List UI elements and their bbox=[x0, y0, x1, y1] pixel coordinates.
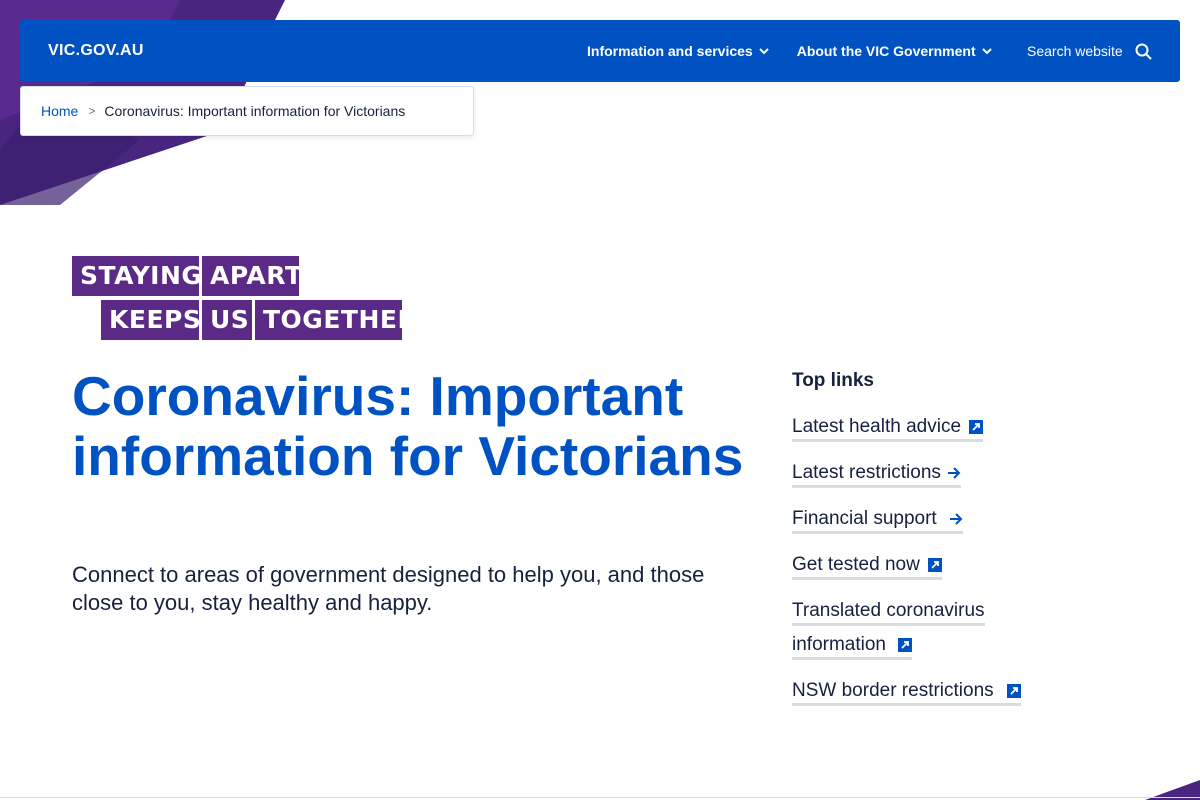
arrow-right-icon bbox=[949, 513, 963, 525]
nav-item-label: Information and services bbox=[587, 43, 753, 59]
logo-word: US bbox=[202, 300, 252, 340]
search-icon bbox=[1135, 43, 1152, 60]
top-link-nsw-border-restrictions[interactable]: NSW border restrictions bbox=[792, 674, 1021, 708]
nav-item-label: About the VIC Government bbox=[796, 43, 976, 59]
top-link-translated-coronavirus-information[interactable]: Translated coronavirus information bbox=[792, 594, 985, 662]
link-label: information bbox=[792, 634, 886, 655]
link-label: Translated coronavirus bbox=[792, 600, 985, 626]
link-label: Latest health advice bbox=[792, 416, 962, 437]
logo-word: APART bbox=[202, 256, 302, 296]
breadcrumb: Home > Coronavirus: Important informatio… bbox=[20, 86, 474, 136]
breadcrumb-home-link[interactable]: Home bbox=[41, 103, 78, 119]
logo-word: TOGETHER bbox=[255, 300, 417, 340]
page-title: Coronavirus: Important information for V… bbox=[72, 365, 744, 487]
page-intro: Connect to areas of government designed … bbox=[72, 562, 705, 615]
top-link-get-tested-now[interactable]: Get tested now bbox=[792, 548, 942, 582]
external-link-icon bbox=[927, 557, 942, 572]
top-link-financial-support[interactable]: Financial support bbox=[792, 502, 963, 536]
search-button[interactable]: Search website bbox=[1027, 20, 1152, 82]
chevron-down-icon bbox=[759, 47, 769, 54]
site-header: VIC.GOV.AU Information and services Abou… bbox=[20, 20, 1180, 82]
top-link-latest-health-advice[interactable]: Latest health advice bbox=[792, 410, 984, 444]
link-label: Financial support bbox=[792, 508, 937, 529]
link-label: NSW border restrictions bbox=[792, 680, 994, 701]
main-nav: Information and services About the VIC G… bbox=[587, 20, 1020, 82]
top-links-heading: Top links bbox=[792, 370, 874, 391]
arrow-right-icon bbox=[947, 467, 961, 479]
search-label: Search website bbox=[1027, 43, 1123, 59]
breadcrumb-separator: > bbox=[88, 104, 96, 118]
logo-word: STAYING bbox=[72, 256, 202, 296]
external-link-icon bbox=[898, 637, 912, 652]
link-label: Get tested now bbox=[792, 554, 920, 575]
link-label: Latest restrictions bbox=[792, 462, 941, 483]
chevron-down-icon bbox=[981, 47, 992, 54]
site-logo[interactable]: VIC.GOV.AU bbox=[48, 42, 144, 60]
nav-about-vic-government[interactable]: About the VIC Government bbox=[797, 43, 992, 59]
breadcrumb-current: Coronavirus: Important information for V… bbox=[104, 103, 406, 119]
external-link-icon bbox=[969, 419, 984, 434]
logo-word: KEEPS bbox=[101, 300, 201, 340]
top-link-latest-restrictions[interactable]: Latest restrictions bbox=[792, 456, 961, 490]
external-link-icon bbox=[1006, 683, 1021, 698]
nav-information-and-services[interactable]: Information and services bbox=[587, 43, 769, 59]
footer-divider bbox=[0, 797, 1200, 798]
